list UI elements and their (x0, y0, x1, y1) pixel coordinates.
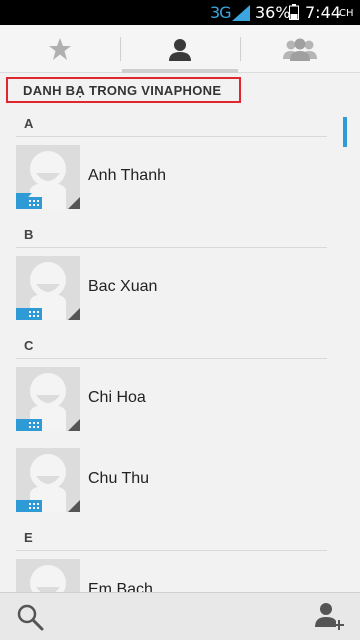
clock-time: 7:44 (305, 3, 341, 22)
search-icon[interactable] (16, 603, 44, 631)
section-letter: E (24, 530, 33, 545)
tab-groups[interactable] (240, 25, 360, 73)
group-icon (283, 38, 317, 61)
account-header-label: DANH BẠ TRONG VINAPHONE (23, 83, 222, 98)
section-letter: A (24, 116, 34, 131)
tab-favorites[interactable] (0, 25, 120, 73)
default-avatar-icon (16, 448, 80, 512)
bottom-action-bar (0, 592, 360, 640)
avatar (16, 367, 80, 431)
signal-icon (232, 5, 250, 21)
clock-ampm: CH (339, 8, 354, 19)
avatar (16, 145, 80, 209)
contact-name: Bac Xuan (88, 278, 158, 295)
star-icon (49, 38, 71, 60)
battery-icon (289, 4, 299, 20)
contact-chu-thu[interactable]: Chu Thu (0, 448, 340, 514)
section-letter: B (24, 227, 34, 242)
default-avatar-icon (16, 559, 80, 592)
network-type: 3G (210, 3, 232, 22)
tab-contacts[interactable] (120, 25, 240, 73)
account-header: DANH BẠ TRONG VINAPHONE (6, 77, 241, 103)
contacts-tabs (0, 25, 360, 73)
section-header-c: C (16, 329, 327, 359)
avatar (16, 448, 80, 512)
status-bar: 3G 36% 7:44 CH (0, 0, 360, 25)
avatar (16, 256, 80, 320)
list-scrollbar[interactable] (343, 117, 347, 147)
contact-name: Chi Hoa (88, 389, 146, 406)
person-icon (169, 39, 191, 61)
contact-chi-hoa[interactable]: Chi Hoa (0, 367, 340, 433)
add-contact-icon[interactable] (314, 601, 344, 631)
battery-percent: 36% (255, 3, 291, 22)
contact-name: Chu Thu (88, 470, 150, 487)
section-letter: C (24, 338, 34, 353)
contact-anh-thanh[interactable]: Anh Thanh (0, 145, 340, 211)
contact-name: Em Bach (88, 581, 153, 592)
default-avatar-icon (16, 256, 80, 320)
contact-em-bach[interactable]: Em Bach (0, 559, 340, 592)
section-header-e: E (16, 521, 327, 551)
selected-tab-indicator (122, 69, 238, 73)
default-avatar-icon (16, 145, 80, 209)
contact-name: Anh Thanh (88, 167, 166, 184)
section-header-b: B (16, 218, 327, 248)
contact-list[interactable]: A Anh Thanh B Bac Xuan C Chi Hoa Chu Thu… (0, 105, 360, 592)
contact-bac-xuan[interactable]: Bac Xuan (0, 256, 340, 322)
section-header-a: A (16, 107, 327, 137)
default-avatar-icon (16, 367, 80, 431)
avatar (16, 559, 80, 592)
